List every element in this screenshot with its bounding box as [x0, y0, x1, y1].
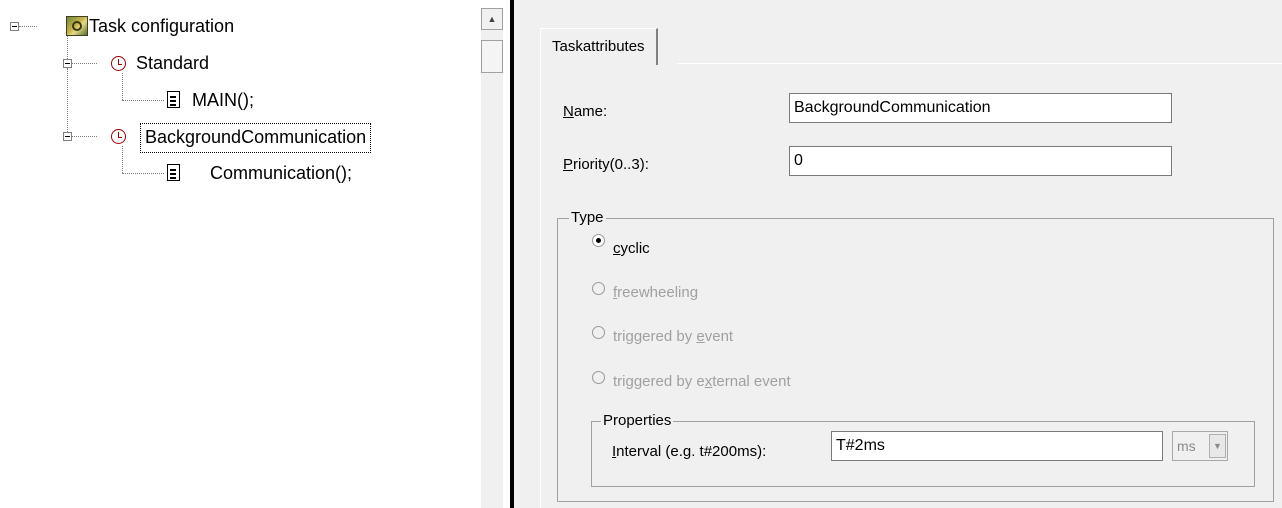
- tree-connector: [122, 146, 123, 173]
- tree-connector: [67, 36, 68, 59]
- priority-label: Priority(0..3):: [563, 156, 649, 173]
- properties-group-title: Properties: [601, 412, 674, 429]
- cyclic-radio-label[interactable]: cyclic: [613, 240, 650, 257]
- triggered-by-event-radio-label[interactable]: triggered by event: [613, 328, 733, 345]
- clock-icon: [111, 56, 126, 71]
- tree-connector: [72, 63, 97, 64]
- interval-unit-select[interactable]: ms ▼: [1172, 431, 1228, 461]
- freewheeling-radio[interactable]: [592, 282, 605, 295]
- triggered-by-external-event-radio[interactable]: [592, 371, 605, 384]
- task-configuration-icon: [66, 16, 88, 36]
- tab-panel-border: [540, 64, 541, 508]
- tab-taskattributes[interactable]: Taskattributes: [540, 28, 658, 65]
- scroll-up-button[interactable]: ▲: [481, 8, 503, 30]
- freewheeling-radio-label[interactable]: freewheeling: [613, 284, 698, 301]
- tree-connector: [122, 173, 164, 174]
- tree-connector: [122, 100, 164, 101]
- name-label: Name:: [563, 103, 608, 120]
- triggered-by-event-radio[interactable]: [592, 326, 605, 339]
- tree-item-communication[interactable]: Communication();: [210, 162, 352, 184]
- cyclic-radio[interactable]: [592, 234, 605, 247]
- tree-item-standard[interactable]: Standard: [136, 52, 209, 74]
- chevron-down-icon[interactable]: ▼: [1209, 434, 1226, 458]
- program-icon: [167, 91, 180, 108]
- priority-field[interactable]: 0: [789, 146, 1172, 176]
- interval-label: Interval (e.g. t#200ms):: [612, 443, 767, 460]
- task-tree[interactable]: Task configuration Standard MAIN(); Back…: [0, 0, 480, 508]
- interval-unit-value: ms: [1177, 438, 1196, 454]
- interval-field[interactable]: T#2ms: [831, 431, 1163, 461]
- type-group-title: Type: [569, 209, 606, 226]
- name-field[interactable]: BackgroundCommunication: [789, 93, 1172, 123]
- collapse-toggle-root[interactable]: [10, 22, 19, 31]
- collapse-toggle-standard[interactable]: [63, 59, 72, 68]
- tree-item-main[interactable]: MAIN();: [192, 89, 254, 111]
- triggered-by-external-event-radio-label[interactable]: triggered by external event: [613, 373, 791, 390]
- tree-item-backgroundcommunication[interactable]: BackgroundCommunication: [140, 123, 372, 153]
- program-icon: [167, 164, 180, 181]
- tree-connector: [67, 68, 68, 134]
- tree-root-label[interactable]: Task configuration: [89, 15, 234, 37]
- tree-connector: [72, 136, 97, 137]
- clock-icon: [111, 129, 126, 144]
- scroll-thumb[interactable]: [481, 40, 503, 73]
- tab-panel-border: [677, 63, 1282, 64]
- tree-scrollbar[interactable]: ▲: [481, 8, 503, 508]
- task-properties-pane: Taskattributes Name: BackgroundCommunica…: [514, 0, 1282, 508]
- collapse-toggle-background[interactable]: [63, 132, 72, 141]
- tree-connector: [19, 26, 37, 27]
- tree-connector: [122, 73, 123, 100]
